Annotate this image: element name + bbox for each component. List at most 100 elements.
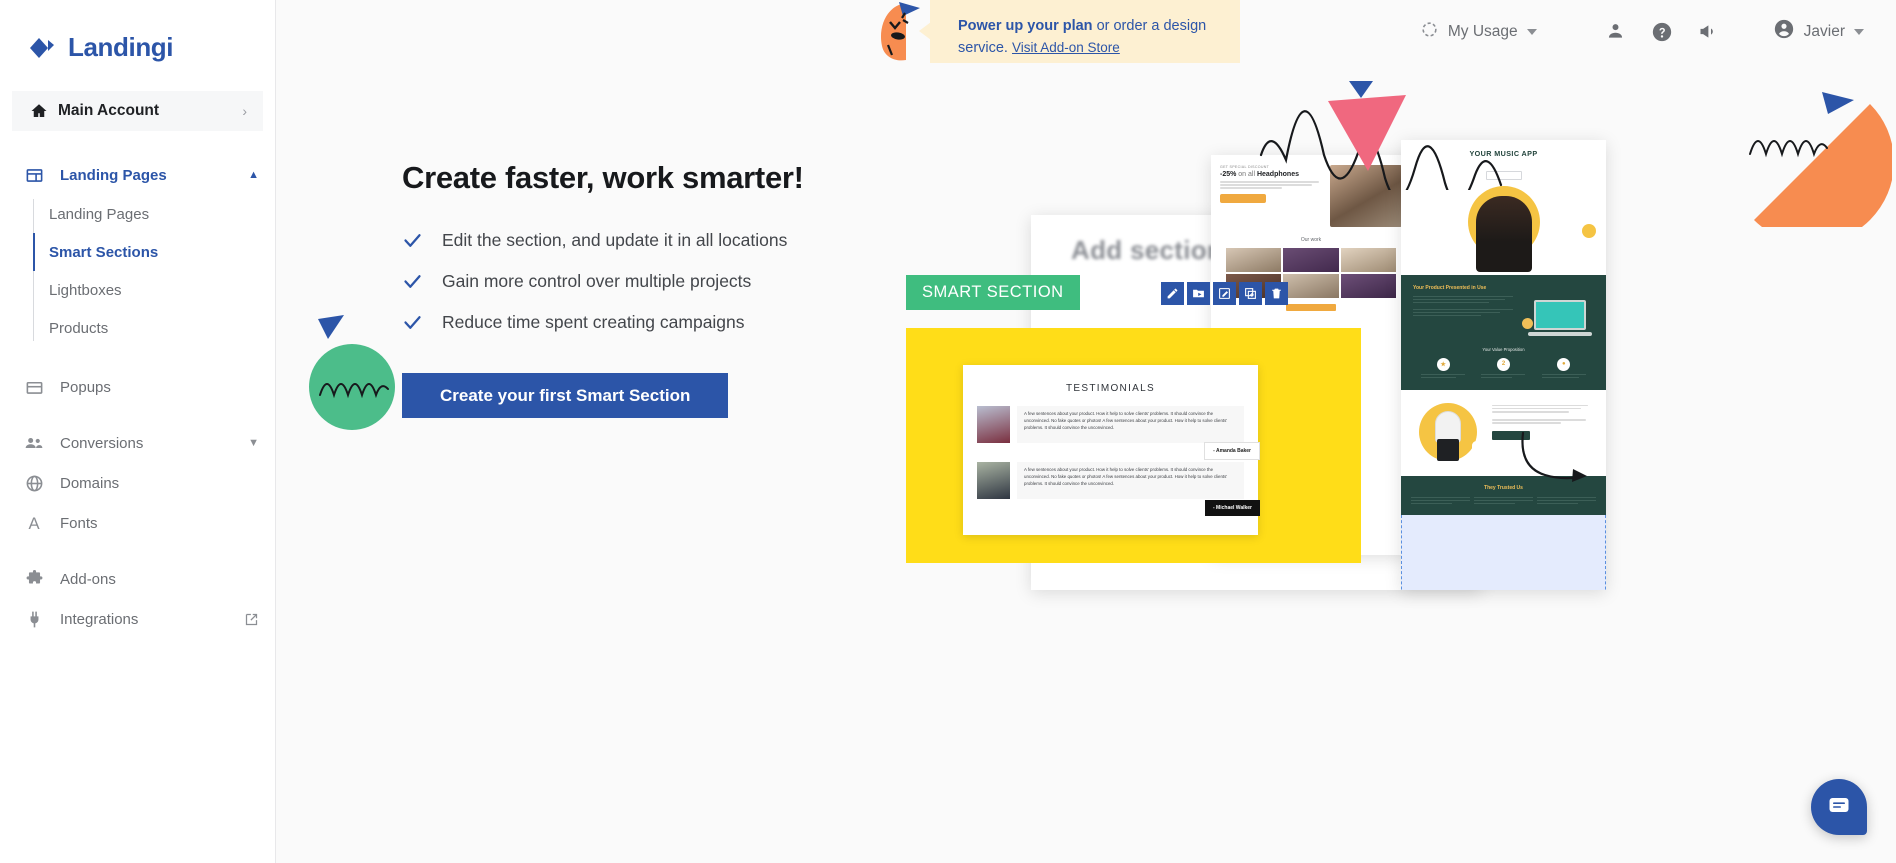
sidebar-item-landing-pages[interactable]: Landing Pages ▲: [0, 155, 275, 195]
cta-wrapper: Create your first Smart Section: [309, 315, 962, 430]
sidebar-subitem-label: Landing Pages: [49, 205, 150, 223]
sidebar-item-popups[interactable]: Popups: [0, 367, 275, 407]
testimonial-quote: A few sentences about your product. How …: [1017, 462, 1244, 499]
globe-icon: [24, 473, 44, 493]
edit-box-icon[interactable]: [1213, 282, 1236, 305]
chat-bubble-icon: [1827, 793, 1851, 822]
testimonial-quote: A few sentences about your product. How …: [1017, 406, 1244, 443]
sidebar-item-label: Conversions: [60, 434, 144, 452]
add-section-text: Add section: [1071, 235, 1224, 265]
smart-section-panel[interactable]: TESTIMONIALS A few sentences about your …: [906, 328, 1361, 563]
caret-down-icon: [1854, 28, 1864, 35]
svg-text:A: A: [28, 514, 40, 533]
mid-hero-photo: [1330, 165, 1402, 227]
mid-cta-pill[interactable]: [1220, 193, 1266, 203]
nav-group-landing-pages: Landing Pages ▲ Landing Pages Smart Sect…: [0, 155, 275, 347]
mid-headline-bold: Headphones: [1256, 171, 1299, 178]
account-circle-icon: [1773, 18, 1795, 45]
feature-item: Reduce time spent creating campaigns: [402, 312, 962, 333]
right-dark-section: Your Product Presented in Use Your Value…: [1401, 274, 1606, 390]
testimonial-item: A few sentences about your product. How …: [977, 406, 1260, 460]
sidebar-item-label: Integrations: [60, 610, 139, 628]
header-actions: My Usage Javier: [1406, 0, 1874, 63]
mid-our-work-label: Our work: [1300, 237, 1322, 243]
gallery-thumb: [1283, 248, 1339, 272]
sidebar-item-add-ons[interactable]: Add-ons: [0, 559, 275, 599]
smart-section-illustration: Add section GET SPECIAL DISCOUNT -25% on…: [906, 60, 1706, 600]
mid-headline: -25% on all Headphones: [1220, 171, 1324, 178]
mid-headline-rest: on all: [1236, 171, 1257, 178]
feature-label: Gain more control over multiple projects: [442, 271, 752, 291]
testimonial-author: - Michael Walker: [1205, 500, 1260, 516]
sidebar-item-smart-sections[interactable]: Smart Sections: [24, 233, 275, 271]
brand-logo[interactable]: Landingi: [0, 0, 275, 63]
pencil-edit-icon[interactable]: [1161, 282, 1184, 305]
avatar: [977, 406, 1010, 443]
sidebar-item-conversions[interactable]: Conversions ▼: [0, 423, 275, 463]
section-toolbar: [1161, 282, 1288, 305]
plug-icon: [24, 609, 44, 629]
sidebar-item-fonts[interactable]: A Fonts: [0, 503, 275, 543]
trash-delete-icon[interactable]: [1265, 282, 1288, 305]
right-signup-cta[interactable]: [1492, 430, 1530, 440]
user-menu[interactable]: Javier: [1757, 18, 1874, 45]
landingi-diamond-logo-icon: [27, 33, 57, 63]
image-folder-icon[interactable]: [1187, 282, 1210, 305]
puzzle-piece-icon: [24, 569, 44, 589]
help-circle-icon[interactable]: [1639, 9, 1685, 55]
check-icon: [402, 312, 424, 333]
chevron-up-icon[interactable]: ▲: [248, 169, 259, 181]
gallery-thumb: [1283, 274, 1339, 298]
feature-item: Gain more control over multiple projects: [402, 271, 962, 292]
testimonial-author: - Amanda Baker: [1204, 442, 1260, 460]
feature-label: Reduce time spent creating campaigns: [442, 312, 745, 332]
sidebar-item-label: Domains: [60, 474, 120, 492]
right-page-card: YOUR MUSIC APP Your Product Presented in…: [1401, 140, 1606, 590]
right-signup-button[interactable]: [1485, 170, 1522, 180]
layout-icon: [24, 165, 44, 185]
sidebar-item-label: Landing Pages: [60, 166, 167, 184]
sidebar-item-domains[interactable]: Domains: [0, 463, 275, 503]
mid-placeholder-lines: [1220, 181, 1324, 189]
brand-name: Landingi: [68, 32, 174, 62]
sidebar-item-integrations[interactable]: Integrations: [0, 599, 275, 639]
top-header: My Usage Javier: [276, 0, 1896, 63]
chevron-down-icon[interactable]: ▼: [248, 437, 259, 449]
main-content: My Usage Javier Power up your plan or or…: [276, 0, 1896, 863]
orange-halfcircle-decoration-icon: [1742, 82, 1895, 245]
contact-person-icon[interactable]: [1593, 9, 1639, 55]
megaphone-icon[interactable]: [1685, 9, 1731, 55]
value-icon: ●: [1557, 357, 1571, 371]
right-page-title: YOUR MUSIC APP: [1469, 149, 1538, 158]
main-account-selector[interactable]: Main Account ›: [12, 91, 263, 131]
right-dark-heading: Your Product Presented in Use: [1413, 284, 1487, 291]
right-value-prop-heading: Your Value Proposition: [1482, 346, 1525, 352]
right-value-icons: ★ 2 ●: [1413, 357, 1594, 380]
sidebar-subitem-label: Products: [49, 319, 109, 337]
right-white-section: [1401, 389, 1606, 476]
sidebar-item-landing-pages-child[interactable]: Landing Pages: [24, 195, 275, 233]
duplicate-add-icon[interactable]: [1239, 282, 1262, 305]
right-trusted-heading: They Trusted Us: [1484, 484, 1523, 491]
sidebar-item-label: Add-ons: [60, 570, 116, 588]
testimonials-card: TESTIMONIALS A few sentences about your …: [963, 365, 1260, 535]
sidebar-item-label: Fonts: [60, 514, 98, 532]
home-icon: [30, 102, 48, 120]
chat-bubble-button[interactable]: [1811, 779, 1867, 835]
sidebar-subitem-label: Lightboxes: [49, 281, 122, 299]
value-icon: 2: [1496, 357, 1510, 371]
gallery-thumb: [1226, 248, 1282, 272]
right-trusted-section: They Trusted Us: [1401, 475, 1606, 515]
sidebar-item-lightboxes[interactable]: Lightboxes: [24, 271, 275, 309]
sidebar-item-label: Popups: [60, 378, 111, 396]
gauge-icon: [1420, 20, 1439, 44]
main-account-label: Main Account: [58, 102, 160, 119]
right-blue-dropzone: [1401, 514, 1606, 590]
check-icon: [402, 230, 424, 251]
mid-more-button[interactable]: [1286, 304, 1336, 311]
my-usage-label: My Usage: [1447, 22, 1518, 40]
external-link-icon[interactable]: [244, 612, 259, 627]
my-usage-menu[interactable]: My Usage: [1406, 20, 1551, 44]
create-smart-section-button[interactable]: Create your first Smart Section: [402, 373, 729, 418]
sidebar-item-products[interactable]: Products: [24, 309, 275, 347]
